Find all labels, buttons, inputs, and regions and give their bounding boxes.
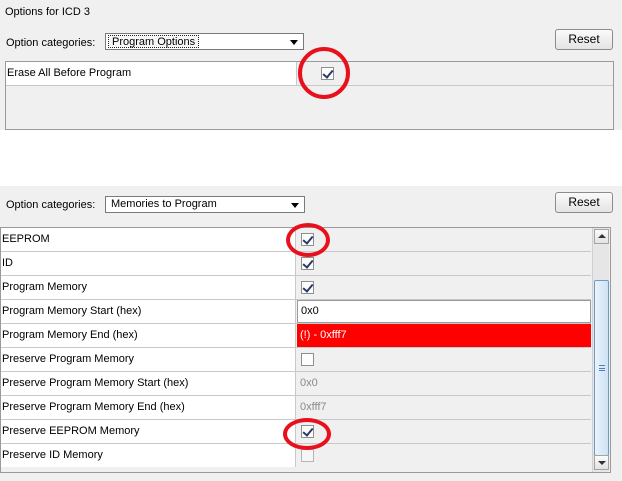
- options-panel-memories: Option categories: Memories to Program R…: [0, 186, 622, 481]
- chevron-down-icon: [290, 40, 298, 45]
- option-name: Program Memory: [1, 276, 296, 299]
- option-value-cell: [297, 348, 591, 371]
- program-memory-start-field[interactable]: 0x0: [297, 300, 591, 323]
- preserve-eeprom-checkbox[interactable]: [301, 425, 314, 438]
- option-name: Preserve EEPROM Memory: [1, 420, 296, 443]
- option-value-cell: [297, 276, 591, 299]
- option-row: Preserve Program Memory Start (hex) 0x0: [1, 372, 591, 396]
- option-row: ID: [1, 252, 591, 276]
- option-row: Preserve EEPROM Memory: [1, 420, 591, 444]
- option-value-cell: [297, 228, 591, 251]
- option-row: Program Memory End (hex) (!) - 0xfff7: [1, 324, 591, 348]
- id-checkbox[interactable]: [301, 257, 314, 270]
- erase-all-checkbox[interactable]: [321, 67, 334, 80]
- option-name: Preserve Program Memory: [1, 348, 296, 371]
- preserve-id-checkbox[interactable]: [301, 449, 314, 462]
- option-name: Program Memory Start (hex): [1, 300, 296, 323]
- option-value-cell: [297, 420, 591, 443]
- vertical-scrollbar[interactable]: [592, 228, 609, 472]
- program-memory-end-field[interactable]: (!) - 0xfff7: [297, 324, 591, 347]
- option-name: Preserve Program Memory End (hex): [1, 396, 296, 419]
- scrollbar-thumb[interactable]: [594, 280, 609, 456]
- option-name: EEPROM: [1, 228, 296, 251]
- option-value-cell: [297, 252, 591, 275]
- reset-button[interactable]: Reset: [555, 29, 613, 50]
- option-name: Erase All Before Program: [6, 62, 297, 85]
- eeprom-checkbox[interactable]: [301, 233, 314, 246]
- chevron-down-icon: [291, 203, 299, 208]
- options-grid: EEPROM ID Program Memory Program Memory …: [0, 227, 611, 473]
- preserve-program-memory-checkbox[interactable]: [301, 353, 314, 366]
- option-categories-label: Option categories:: [6, 199, 96, 211]
- option-categories-label: Option categories:: [6, 37, 96, 49]
- option-row: Preserve Program Memory End (hex) 0xfff7: [1, 396, 591, 420]
- option-row: Preserve Program Memory: [1, 348, 591, 372]
- scroll-up-button[interactable]: [594, 229, 609, 244]
- option-value-cell: [297, 444, 591, 467]
- option-row: Program Memory: [1, 276, 591, 300]
- option-row: Program Memory Start (hex) 0x0: [1, 300, 591, 324]
- reset-button[interactable]: Reset: [555, 192, 613, 213]
- option-categories-select[interactable]: Memories to Program: [105, 196, 305, 213]
- preserve-start-field: 0x0: [297, 372, 591, 395]
- grip-icon: [599, 365, 605, 371]
- option-categories-select[interactable]: Program Options: [105, 33, 304, 50]
- option-name: Preserve Program Memory Start (hex): [1, 372, 296, 395]
- preserve-end-field: 0xfff7: [297, 396, 591, 419]
- option-row: Preserve ID Memory: [1, 444, 591, 468]
- dialog-title: Options for ICD 3: [5, 6, 90, 18]
- options-panel-program: Options for ICD 3 Option categories: Pro…: [0, 0, 622, 130]
- option-name: Program Memory End (hex): [1, 324, 296, 347]
- options-grid: Erase All Before Program: [5, 61, 614, 130]
- scroll-down-button[interactable]: [594, 455, 609, 470]
- program-memory-checkbox[interactable]: [301, 281, 314, 294]
- option-row: EEPROM: [1, 228, 591, 252]
- option-value-cell: [298, 62, 613, 85]
- option-name: ID: [1, 252, 296, 275]
- option-name: Preserve ID Memory: [1, 444, 296, 467]
- option-row: Erase All Before Program: [6, 62, 613, 86]
- option-categories-value: Memories to Program: [111, 198, 217, 210]
- option-categories-value: Program Options: [108, 35, 200, 48]
